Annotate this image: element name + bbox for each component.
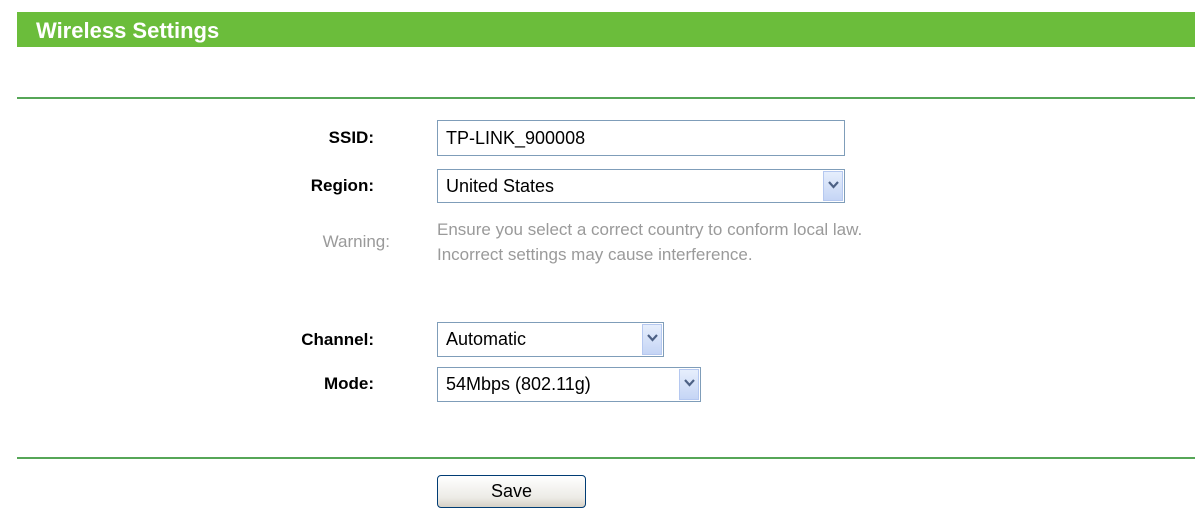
channel-select[interactable]: Automatic bbox=[437, 322, 664, 357]
mode-label: Mode: bbox=[323, 374, 374, 393]
chevron-down-icon[interactable] bbox=[823, 171, 843, 201]
ssid-label: SSID: bbox=[328, 128, 374, 147]
warning-label: Warning: bbox=[322, 232, 390, 251]
warning-line-1: Ensure you select a correct country to c… bbox=[437, 220, 863, 239]
warning-line-2: Incorrect settings may cause interferenc… bbox=[437, 245, 753, 264]
mode-select[interactable]: 54Mbps (802.11g) bbox=[437, 367, 701, 402]
chevron-down-icon[interactable] bbox=[679, 369, 699, 400]
section-header: Wireless Settings bbox=[17, 12, 1195, 47]
chevron-down-icon[interactable] bbox=[642, 324, 662, 355]
save-button[interactable]: Save bbox=[437, 475, 586, 508]
channel-label: Channel: bbox=[301, 330, 374, 349]
ssid-input[interactable] bbox=[437, 120, 845, 156]
mode-select-value: 54Mbps (802.11g) bbox=[446, 374, 591, 394]
top-divider bbox=[17, 97, 1195, 99]
bottom-divider bbox=[17, 457, 1195, 459]
page-title: Wireless Settings bbox=[36, 18, 220, 43]
region-label: Region: bbox=[310, 176, 374, 195]
region-select[interactable]: United States bbox=[437, 169, 845, 203]
channel-select-value: Automatic bbox=[446, 329, 527, 349]
wireless-settings-page: Wireless Settings SSID: Region: United S… bbox=[0, 0, 1195, 515]
warning-message: Ensure you select a correct country to c… bbox=[437, 217, 862, 267]
region-select-value: United States bbox=[446, 176, 555, 196]
